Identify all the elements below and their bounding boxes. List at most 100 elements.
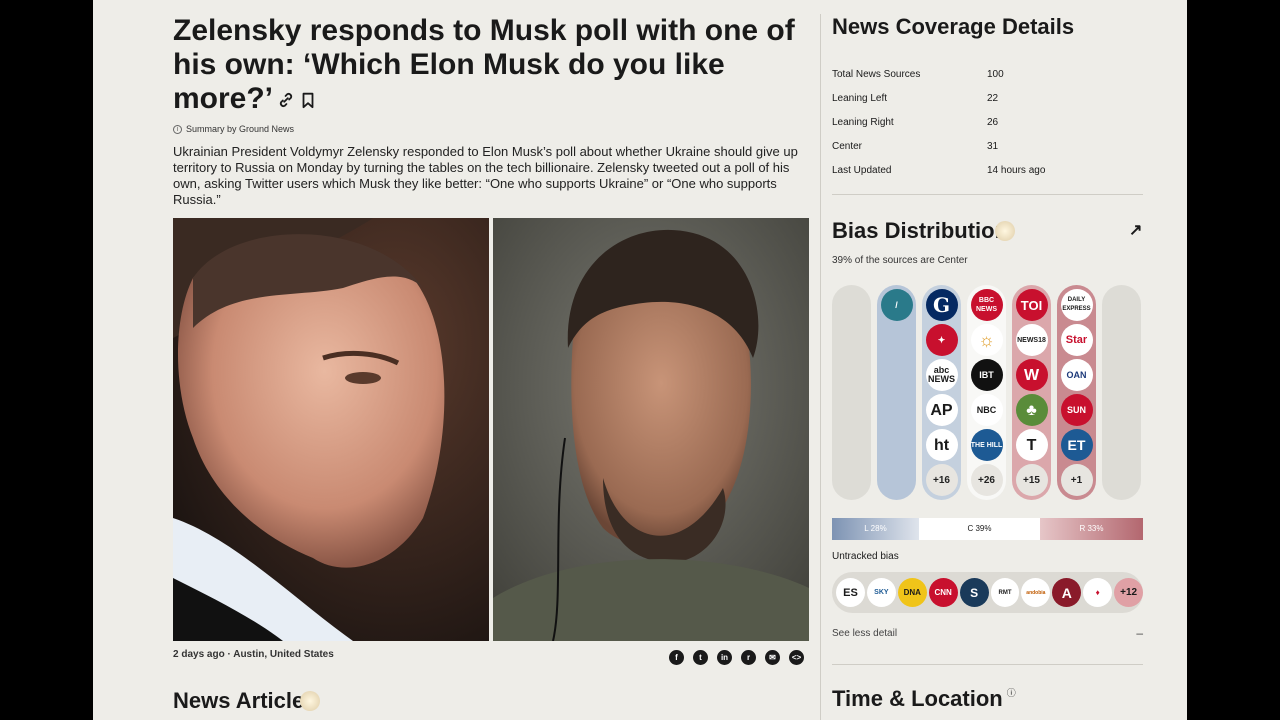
article-title: Zelensky responds to Musk poll with one …	[173, 14, 809, 116]
source-logo[interactable]: S	[959, 578, 989, 607]
mouse-cursor	[995, 221, 1016, 241]
source-logo[interactable]: AP	[925, 394, 958, 426]
bias-title-text: Bias Distributior	[832, 218, 1004, 243]
right-column[interactable]: DAILY EXPRESS Star OAN SUN ET +1	[1057, 285, 1096, 500]
source-logo[interactable]: DAILY EXPRESS	[1060, 289, 1093, 321]
source-logo[interactable]: A	[1052, 578, 1082, 607]
see-less-link[interactable]: See less detail –	[832, 626, 1143, 640]
source-logo[interactable]: ET	[1060, 429, 1093, 461]
summary-attribution: i Summary by Ground News	[173, 124, 809, 134]
source-logo[interactable]: NBC	[970, 394, 1003, 426]
expand-icon[interactable]: ↗	[1129, 220, 1142, 240]
source-logo[interactable]: RMT	[990, 578, 1020, 607]
stat-value: 26	[987, 116, 999, 128]
stat-label: Leaning Left	[832, 92, 888, 104]
see-less-text[interactable]: See less detail	[832, 628, 897, 639]
source-logo[interactable]: Star	[1060, 324, 1093, 356]
coverage-title: News Coverage Details	[832, 14, 1075, 39]
bias-split-bar: L 28% C 39% R 33%	[832, 518, 1143, 540]
untracked-bias-label: Untracked bias	[832, 551, 899, 562]
link-icon[interactable]	[277, 91, 295, 109]
bias-subtitle: 39% of the sources are Center	[832, 255, 968, 266]
source-logo[interactable]: THE HILL	[970, 429, 1003, 461]
center-share: C 39%	[919, 518, 1040, 540]
source-logo[interactable]: andobia	[1021, 578, 1051, 607]
stat-row: Total News Sources 100	[832, 62, 1143, 86]
stat-label: Last Updated	[832, 164, 892, 176]
source-logo[interactable]: CNN	[928, 578, 958, 607]
source-logo[interactable]: SUN	[1060, 394, 1093, 426]
untracked-sources: ES SKY DNA CNN S RMT andobia A ♦ +12	[832, 572, 1144, 613]
stat-label: Center	[832, 140, 863, 152]
source-logo[interactable]: ♣	[1015, 394, 1048, 426]
more-sources-count[interactable]: +26	[970, 464, 1003, 496]
embed-icon[interactable]: <>	[789, 650, 804, 665]
article-meta: 2 days ago · Austin, United States	[173, 649, 334, 660]
source-logo[interactable]: G	[925, 289, 958, 321]
bias-title: Bias Distributior	[832, 218, 1016, 244]
musk-photo	[173, 218, 489, 641]
divider	[832, 664, 1143, 665]
right-share: R 33%	[1040, 518, 1143, 540]
source-logo[interactable]: abc NEWS	[925, 359, 958, 391]
article-age: 2 days ago	[173, 649, 225, 660]
source-logo[interactable]: TOI	[1015, 289, 1048, 321]
linkedin-icon[interactable]: in	[717, 650, 732, 665]
source-logo[interactable]: ht	[925, 429, 958, 461]
page: Zelensky responds to Musk poll with one …	[93, 0, 1187, 720]
bookmark-icon[interactable]	[299, 91, 317, 109]
lean-right-column[interactable]: TOI NEWS18 W ♣ T +15	[1012, 285, 1051, 500]
article-column: Zelensky responds to Musk poll with one …	[173, 14, 809, 208]
email-icon[interactable]: ✉	[765, 650, 780, 665]
news-articles-heading-text: News Article	[173, 688, 305, 713]
coverage-stats: Total News Sources 100 Leaning Left 22 Lea…	[832, 62, 1143, 182]
stat-value: 22	[987, 92, 999, 104]
source-logo[interactable]: SKY	[866, 578, 896, 607]
stat-label: Total News Sources	[832, 68, 921, 80]
summary-attribution-text: Summary by Ground News	[186, 124, 295, 134]
source-logo[interactable]: NEWS18	[1015, 324, 1048, 356]
more-sources-count[interactable]: +15	[1015, 464, 1048, 496]
more-sources-count[interactable]: +12	[1114, 578, 1144, 607]
article-image	[173, 218, 809, 641]
far-left-column[interactable]	[832, 285, 871, 500]
collapse-icon[interactable]: –	[1136, 626, 1143, 640]
stat-row: Last Updated 14 hours ago	[832, 158, 1143, 182]
left-column[interactable]: /	[877, 285, 916, 500]
source-logo[interactable]: ✦	[925, 324, 958, 356]
bias-columns: / G ✦ abc NEWS AP ht +16 BBC NEWS ☼ IBT …	[832, 285, 1143, 500]
more-sources-count[interactable]: +1	[1060, 464, 1093, 496]
news-articles-heading: News Article	[173, 688, 321, 714]
info-icon[interactable]: i	[173, 124, 182, 134]
share-bar: f t in r ✉ <>	[669, 650, 804, 665]
article-summary: Ukrainian President Voldymyr Zelensky re…	[173, 144, 798, 207]
source-logo[interactable]: T	[1015, 429, 1048, 461]
source-logo[interactable]: ♦	[1083, 578, 1113, 607]
far-right-column[interactable]	[1102, 285, 1141, 500]
more-sources-count[interactable]: +16	[925, 464, 958, 496]
source-logo[interactable]: OAN	[1060, 359, 1093, 391]
source-logo[interactable]: DNA	[897, 578, 927, 607]
twitter-icon[interactable]: t	[693, 650, 708, 665]
source-logo[interactable]: ES	[836, 578, 865, 607]
facebook-icon[interactable]: f	[669, 650, 684, 665]
time-location-title: Time & Location ⓘ	[832, 686, 1016, 712]
source-logo[interactable]: IBT	[970, 359, 1003, 391]
source-logo[interactable]: W	[1015, 359, 1048, 391]
source-logo[interactable]: /	[880, 289, 913, 321]
info-icon[interactable]: ⓘ	[1007, 688, 1016, 698]
zelensky-photo	[493, 218, 809, 641]
stat-row: Center 31	[832, 134, 1143, 158]
mouse-cursor	[300, 691, 321, 711]
stat-row: Leaning Right 26	[832, 110, 1143, 134]
reddit-icon[interactable]: r	[741, 650, 756, 665]
column-divider	[820, 14, 821, 720]
left-share: L 28%	[832, 518, 919, 540]
source-logo[interactable]: BBC NEWS	[970, 289, 1003, 321]
article-location: Austin, United States	[233, 649, 334, 660]
source-logo[interactable]: ☼	[970, 324, 1003, 356]
center-column[interactable]: BBC NEWS ☼ IBT NBC THE HILL +26	[967, 285, 1006, 500]
lean-left-column[interactable]: G ✦ abc NEWS AP ht +16	[922, 285, 961, 500]
stat-label: Leaning Right	[832, 116, 894, 128]
stat-value: 100	[987, 68, 1004, 80]
